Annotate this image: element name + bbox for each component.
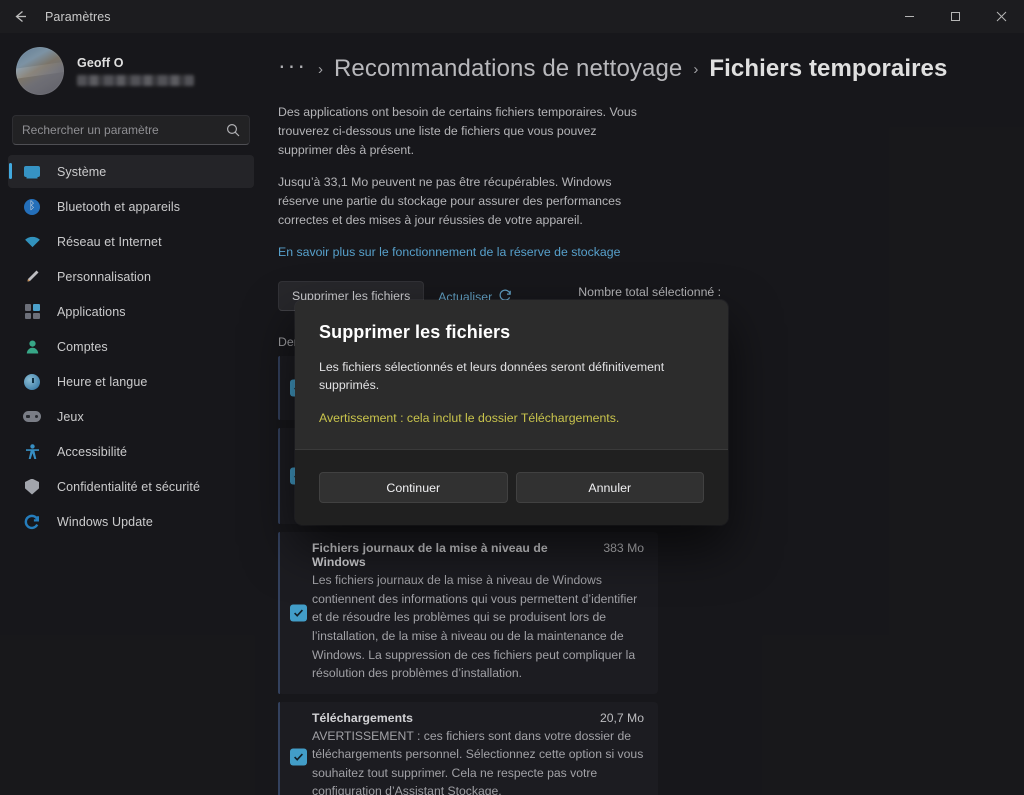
dialog-message: Les fichiers sélectionnés et leurs donné…	[319, 360, 665, 393]
dialog-title: Supprimer les fichiers	[319, 322, 511, 342]
dialog-footer: Continuer Annuler	[295, 449, 728, 526]
dialog-warning: Avertissement : cela inclut le dossier T…	[319, 410, 620, 425]
settings-window: Paramètres Geoff O Rechercher un paramèt…	[0, 0, 1024, 795]
dialog-cancel-button[interactable]: Annuler	[515, 472, 704, 504]
delete-files-dialog: Supprimer les fichiers Les fichiers séle…	[295, 300, 728, 526]
dialog-confirm-button[interactable]: Continuer	[319, 472, 508, 504]
